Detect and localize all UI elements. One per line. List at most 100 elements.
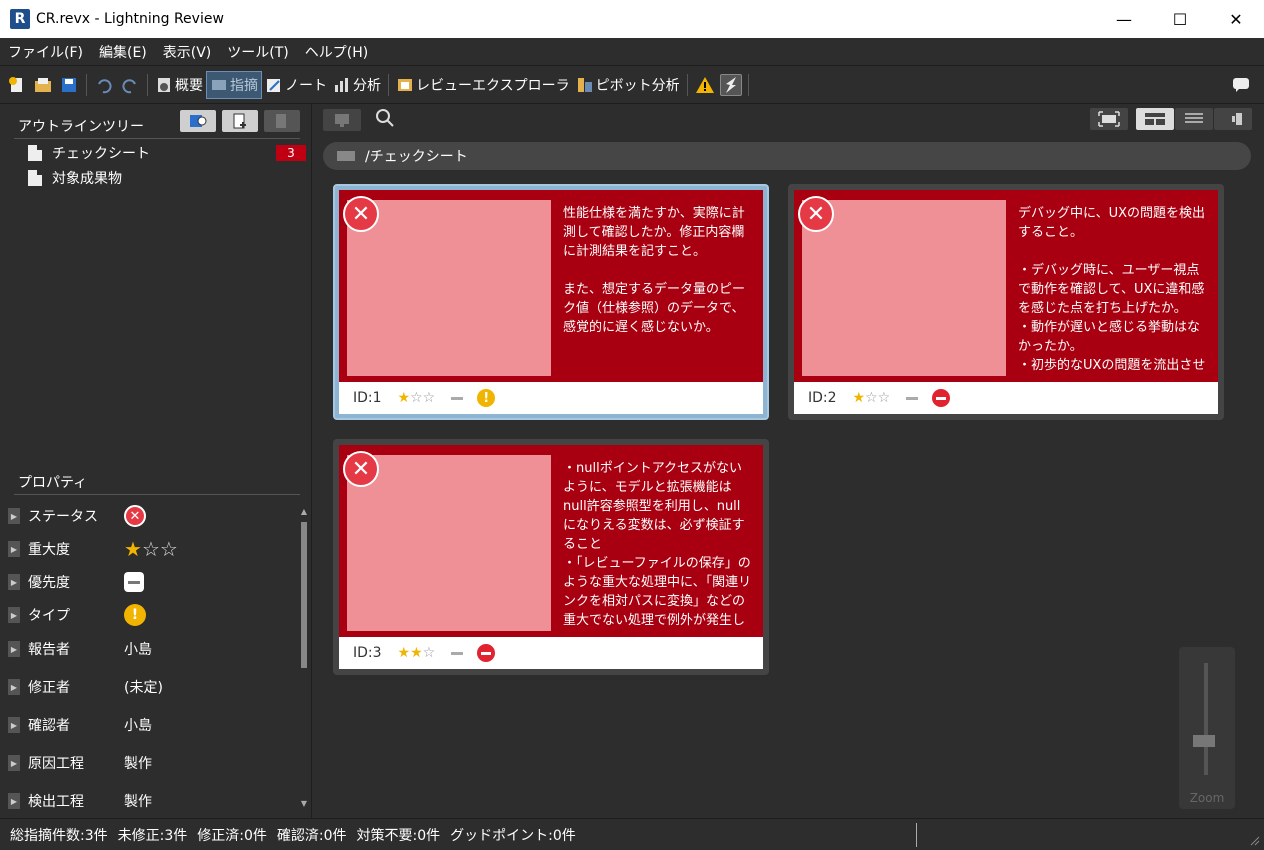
minimize-button[interactable]: —	[1096, 0, 1152, 38]
comment-icon[interactable]	[1230, 74, 1252, 96]
side-panel-button[interactable]	[1214, 108, 1252, 130]
expand-arrow-icon[interactable]: ▶	[8, 793, 20, 809]
list-view-icon	[1185, 113, 1203, 123]
issue-description: 性能仕様を満たすか、実際に計測して確認したか。修正内容欄に計測結果を記すこと。 …	[563, 206, 746, 335]
menu-tools[interactable]: ツール(T)	[219, 42, 296, 62]
issue-card[interactable]: ✕ デバッグ中に、UXの問題を検出すること。 ・デバッグ時に、ユーザー視点で動作…	[788, 184, 1224, 420]
outline-tree-title: アウトラインツリー	[18, 119, 144, 135]
fit-screen-icon	[1098, 111, 1120, 127]
undo-icon[interactable]	[93, 74, 115, 96]
expand-arrow-icon[interactable]: ▶	[8, 607, 20, 623]
properties-scrollbar[interactable]: ▲ ▼	[300, 508, 308, 808]
prop-severity[interactable]: ▶ 重大度 ★ ☆☆	[8, 534, 300, 564]
menu-bar: ファイル(F) 編集(E) 表示(V) ツール(T) ヘルプ(H)	[0, 38, 1264, 66]
warning-check-icon[interactable]	[694, 74, 716, 96]
issues-button[interactable]: 指摘	[206, 70, 262, 99]
main-area: /チェックシート ✕ 性能仕様を満たすか、実際に計測して確認したか。修正内容欄に…	[313, 104, 1264, 818]
bar-chart-icon	[333, 76, 351, 94]
card-view-button[interactable]	[1136, 108, 1174, 130]
rejected-status-icon: ✕	[343, 451, 379, 487]
note-button[interactable]: ノート	[262, 71, 330, 99]
outline-remove-button[interactable]	[264, 110, 300, 132]
overview-icon	[155, 76, 173, 94]
note-icon	[265, 76, 283, 94]
zoom-handle[interactable]	[1193, 735, 1215, 747]
expand-arrow-icon[interactable]: ▶	[8, 508, 20, 524]
add-document-icon	[233, 113, 246, 129]
save-icon[interactable]	[58, 74, 80, 96]
left-panel: アウトラインツリー チェックシート 3 対象成果物 プロパティ ▶ ステータス …	[0, 104, 312, 818]
rejected-status-icon: ✕	[798, 196, 834, 232]
scroll-down-icon[interactable]: ▼	[300, 800, 308, 808]
fit-screen-button[interactable]	[1090, 108, 1128, 130]
app-logo-icon: R	[10, 9, 30, 29]
status-good-points: グッドポイント:0件	[450, 827, 576, 844]
status-fixed: 修正済:0件	[197, 827, 267, 844]
issue-card-footer: ID:1 ★☆☆ !	[339, 382, 763, 414]
issue-id: ID:1	[353, 390, 382, 406]
priority-none-icon	[124, 572, 144, 592]
scroll-thumb[interactable]	[301, 522, 307, 668]
prop-detect-phase[interactable]: ▶ 検出工程 製作	[8, 786, 300, 816]
search-button[interactable]	[375, 108, 395, 132]
warning-type-icon: !	[124, 604, 146, 626]
issue-thumbnail	[802, 200, 1006, 376]
scroll-up-icon[interactable]: ▲	[300, 508, 308, 516]
menu-file[interactable]: ファイル(F)	[0, 42, 91, 62]
expand-arrow-icon[interactable]: ▶	[8, 574, 20, 590]
divider	[14, 138, 300, 139]
prop-confirmer[interactable]: ▶ 確認者 小島	[8, 710, 300, 740]
expand-arrow-icon[interactable]: ▶	[8, 679, 20, 695]
tree-item-checksheet[interactable]: チェックシート	[28, 142, 150, 164]
status-confirmed: 確認済:0件	[276, 827, 347, 844]
stop-type-icon	[932, 389, 951, 407]
menu-view[interactable]: 表示(V)	[155, 42, 220, 62]
expand-arrow-icon[interactable]: ▶	[8, 717, 20, 733]
title-bar: R CR.revx - Lightning Review — ☐ ✕	[0, 0, 1264, 38]
review-explorer-button[interactable]: レビューエクスプローラ	[393, 71, 573, 99]
rejected-status-icon: ✕	[124, 505, 146, 527]
prop-type[interactable]: ▶ タイプ !	[8, 600, 300, 630]
outline-filter-button[interactable]	[180, 110, 216, 132]
pivot-analysis-button[interactable]: ピボット分析	[573, 71, 683, 99]
issue-description: デバッグ中に、UXの問題を検出すること。 ・デバッグ時に、ユーザー視点で動作を確…	[1018, 206, 1206, 372]
issue-card-body: ✕ ・nullポイントアクセスがないように、モデルと拡張機能はnull許容参照型…	[339, 445, 763, 637]
close-button[interactable]: ✕	[1208, 0, 1264, 38]
prop-fixer[interactable]: ▶ 修正者 (未定)	[8, 672, 300, 702]
prop-cause-phase[interactable]: ▶ 原因工程 製作	[8, 748, 300, 778]
lightning-icon[interactable]	[719, 73, 742, 96]
resize-grip-icon[interactable]	[1250, 836, 1260, 846]
prop-status[interactable]: ▶ ステータス ✕	[8, 501, 300, 531]
pivot-icon	[576, 76, 594, 94]
open-folder-icon[interactable]	[32, 74, 54, 96]
issue-card[interactable]: ✕ 性能仕様を満たすか、実際に計測して確認したか。修正内容欄に計測結果を記すこと…	[333, 184, 769, 420]
severity-stars[interactable]: ★ ☆☆	[124, 537, 178, 561]
issue-card-footer: ID:2 ★☆☆	[794, 382, 1218, 414]
overview-button[interactable]: 概要	[152, 71, 206, 99]
analysis-button[interactable]: 分析	[330, 71, 384, 99]
expand-arrow-icon[interactable]: ▶	[8, 541, 20, 557]
status-bar: 総指摘件数:3件 未修正:3件 修正済:0件 確認済:0件 対策不要:0件 グッ…	[0, 818, 1264, 850]
menu-edit[interactable]: 編集(E)	[91, 42, 155, 62]
outline-add-button[interactable]	[222, 110, 258, 132]
expand-arrow-icon[interactable]: ▶	[8, 641, 20, 657]
issue-card-footer: ID:3 ★★☆	[339, 637, 763, 669]
zoom-slider[interactable]: Zoom	[1179, 647, 1235, 809]
tree-item-deliverables[interactable]: 対象成果物	[28, 167, 122, 189]
document-icon	[28, 170, 42, 186]
redo-icon[interactable]	[119, 74, 141, 96]
prop-reporter[interactable]: ▶ 報告者 小島	[8, 634, 300, 664]
issue-card-body: ✕ デバッグ中に、UXの問題を検出すること。 ・デバッグ時に、ユーザー視点で動作…	[794, 190, 1218, 382]
zoom-track[interactable]	[1204, 663, 1208, 775]
priority-none-icon	[451, 651, 464, 655]
list-view-button[interactable]	[1175, 108, 1213, 130]
monitor-view-button[interactable]	[323, 109, 361, 131]
issue-card[interactable]: ✕ ・nullポイントアクセスがないように、モデルと拡張機能はnull許容参照型…	[333, 439, 769, 675]
expand-arrow-icon[interactable]: ▶	[8, 755, 20, 771]
maximize-button[interactable]: ☐	[1152, 0, 1208, 38]
new-file-icon[interactable]	[6, 74, 28, 96]
monitor-icon	[335, 114, 349, 127]
prop-priority[interactable]: ▶ 優先度	[8, 567, 300, 597]
menu-help[interactable]: ヘルプ(H)	[297, 42, 376, 62]
zoom-label: Zoom	[1189, 791, 1225, 805]
